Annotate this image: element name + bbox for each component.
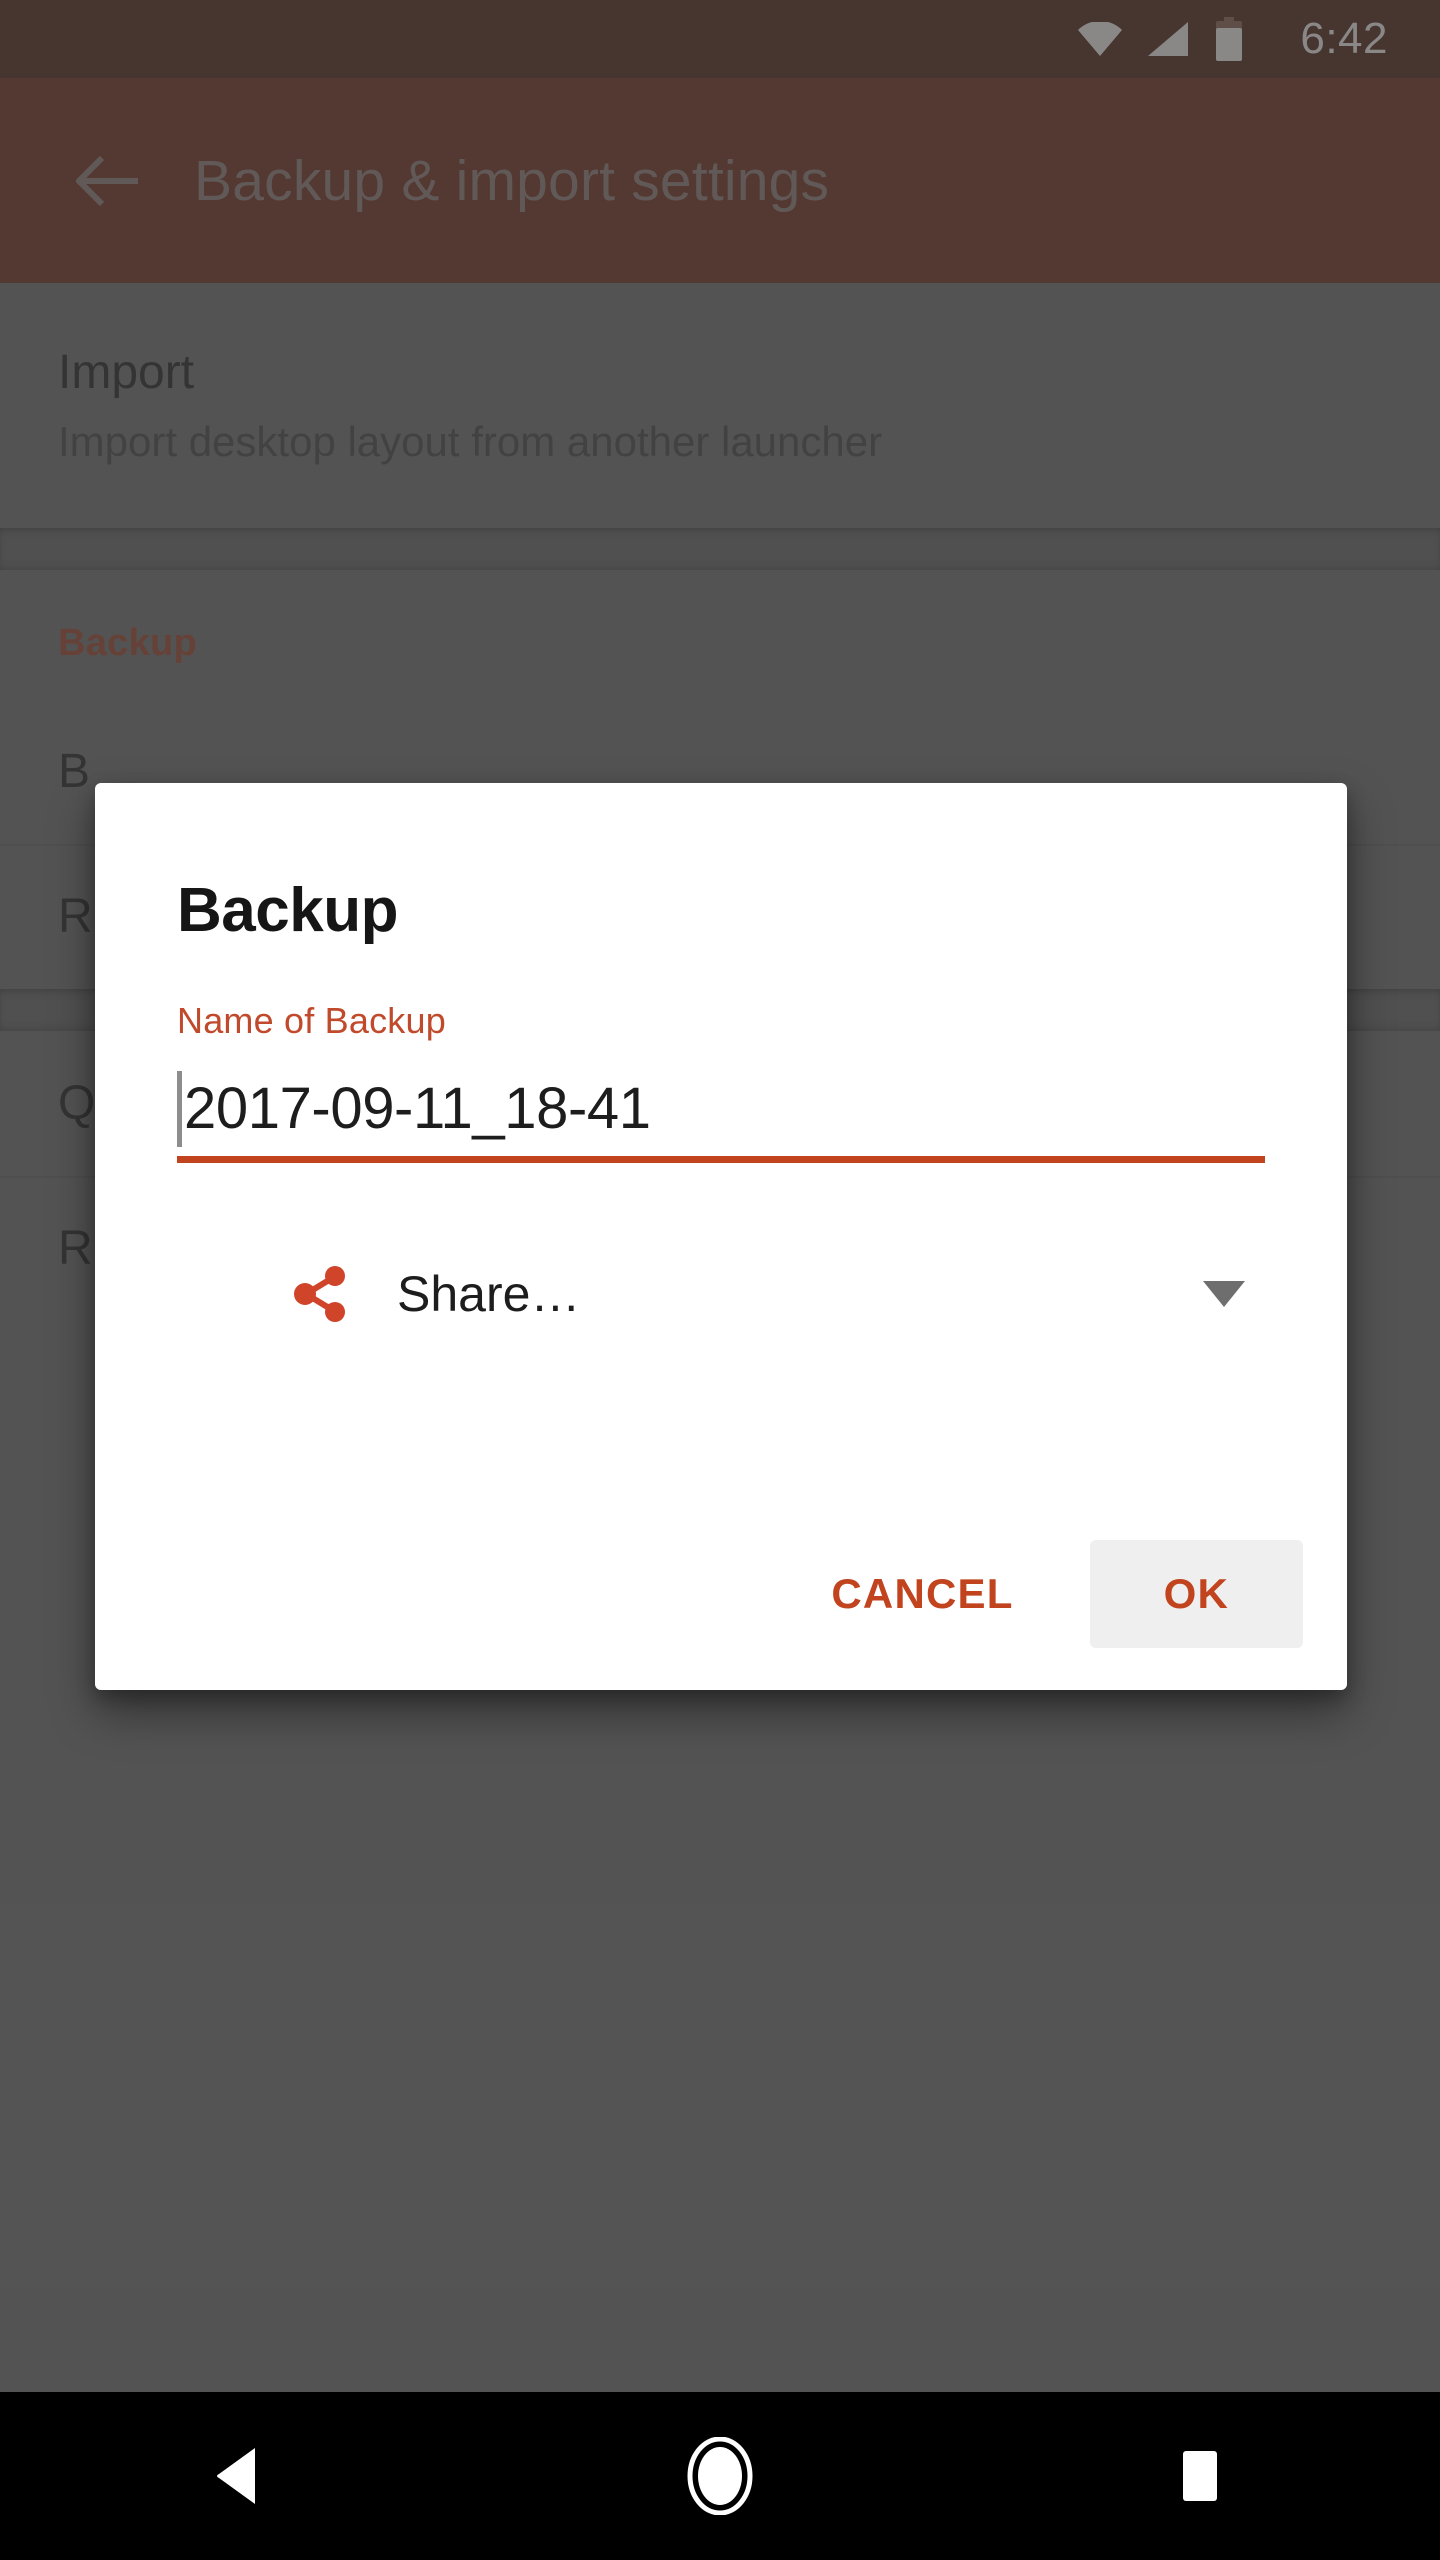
home-circle-icon [687,2437,753,2515]
dialog-actions: CANCEL OK [177,1540,1303,1648]
share-dropdown[interactable]: Share… [177,1239,1265,1349]
nav-back-button[interactable] [150,2392,330,2560]
wifi-icon [1078,22,1123,56]
share-label: Share… [397,1266,581,1322]
phone-screen: 6:42 Backup & import settings Import Imp… [0,0,1440,2560]
name-input[interactable]: 2017-09-11_18-41 [182,1080,651,1138]
name-field-wrapper[interactable]: 2017-09-11_18-41 [177,1064,1265,1163]
signal-icon [1148,22,1189,56]
import-card: Import Import desktop layout from anothe… [0,283,1440,528]
nav-recents-button[interactable] [1110,2392,1290,2560]
dialog-title: Backup [177,876,398,945]
name-field-label: Name of Backup [177,1000,446,1041]
navigation-bar [0,2392,1440,2560]
share-icon [289,1263,351,1325]
section-divider [0,528,1440,570]
status-bar-icons: 6:42 [1078,14,1388,64]
back-arrow-icon[interactable] [48,154,168,208]
ok-button[interactable]: OK [1089,1540,1303,1648]
import-subtitle: Import desktop layout from another launc… [58,418,883,465]
list-item-label: R [58,1222,93,1275]
recents-square-icon [1183,2451,1217,2501]
app-bar: Backup & import settings [0,78,1440,283]
page-title: Backup & import settings [194,148,830,213]
import-title: Import [58,346,195,399]
chevron-down-icon[interactable] [1203,1281,1245,1307]
backup-section-header: Backup [58,622,198,664]
status-bar-clock: 6:42 [1300,14,1388,63]
cancel-button[interactable]: CANCEL [789,1540,1055,1648]
status-bar: 6:42 [0,0,1440,78]
list-item-import[interactable]: Import Import desktop layout from anothe… [0,283,1440,528]
backup-dialog: Backup Name of Backup 2017-09-11_18-41 S… [95,783,1347,1690]
list-item-label: R [58,890,93,943]
list-item-label: Q [58,1077,96,1130]
battery-icon [1214,17,1244,61]
list-item-label: B [58,745,91,798]
back-triangle-icon [217,2448,255,2504]
name-field-underline [177,1156,1265,1163]
nav-home-button[interactable] [630,2392,810,2560]
